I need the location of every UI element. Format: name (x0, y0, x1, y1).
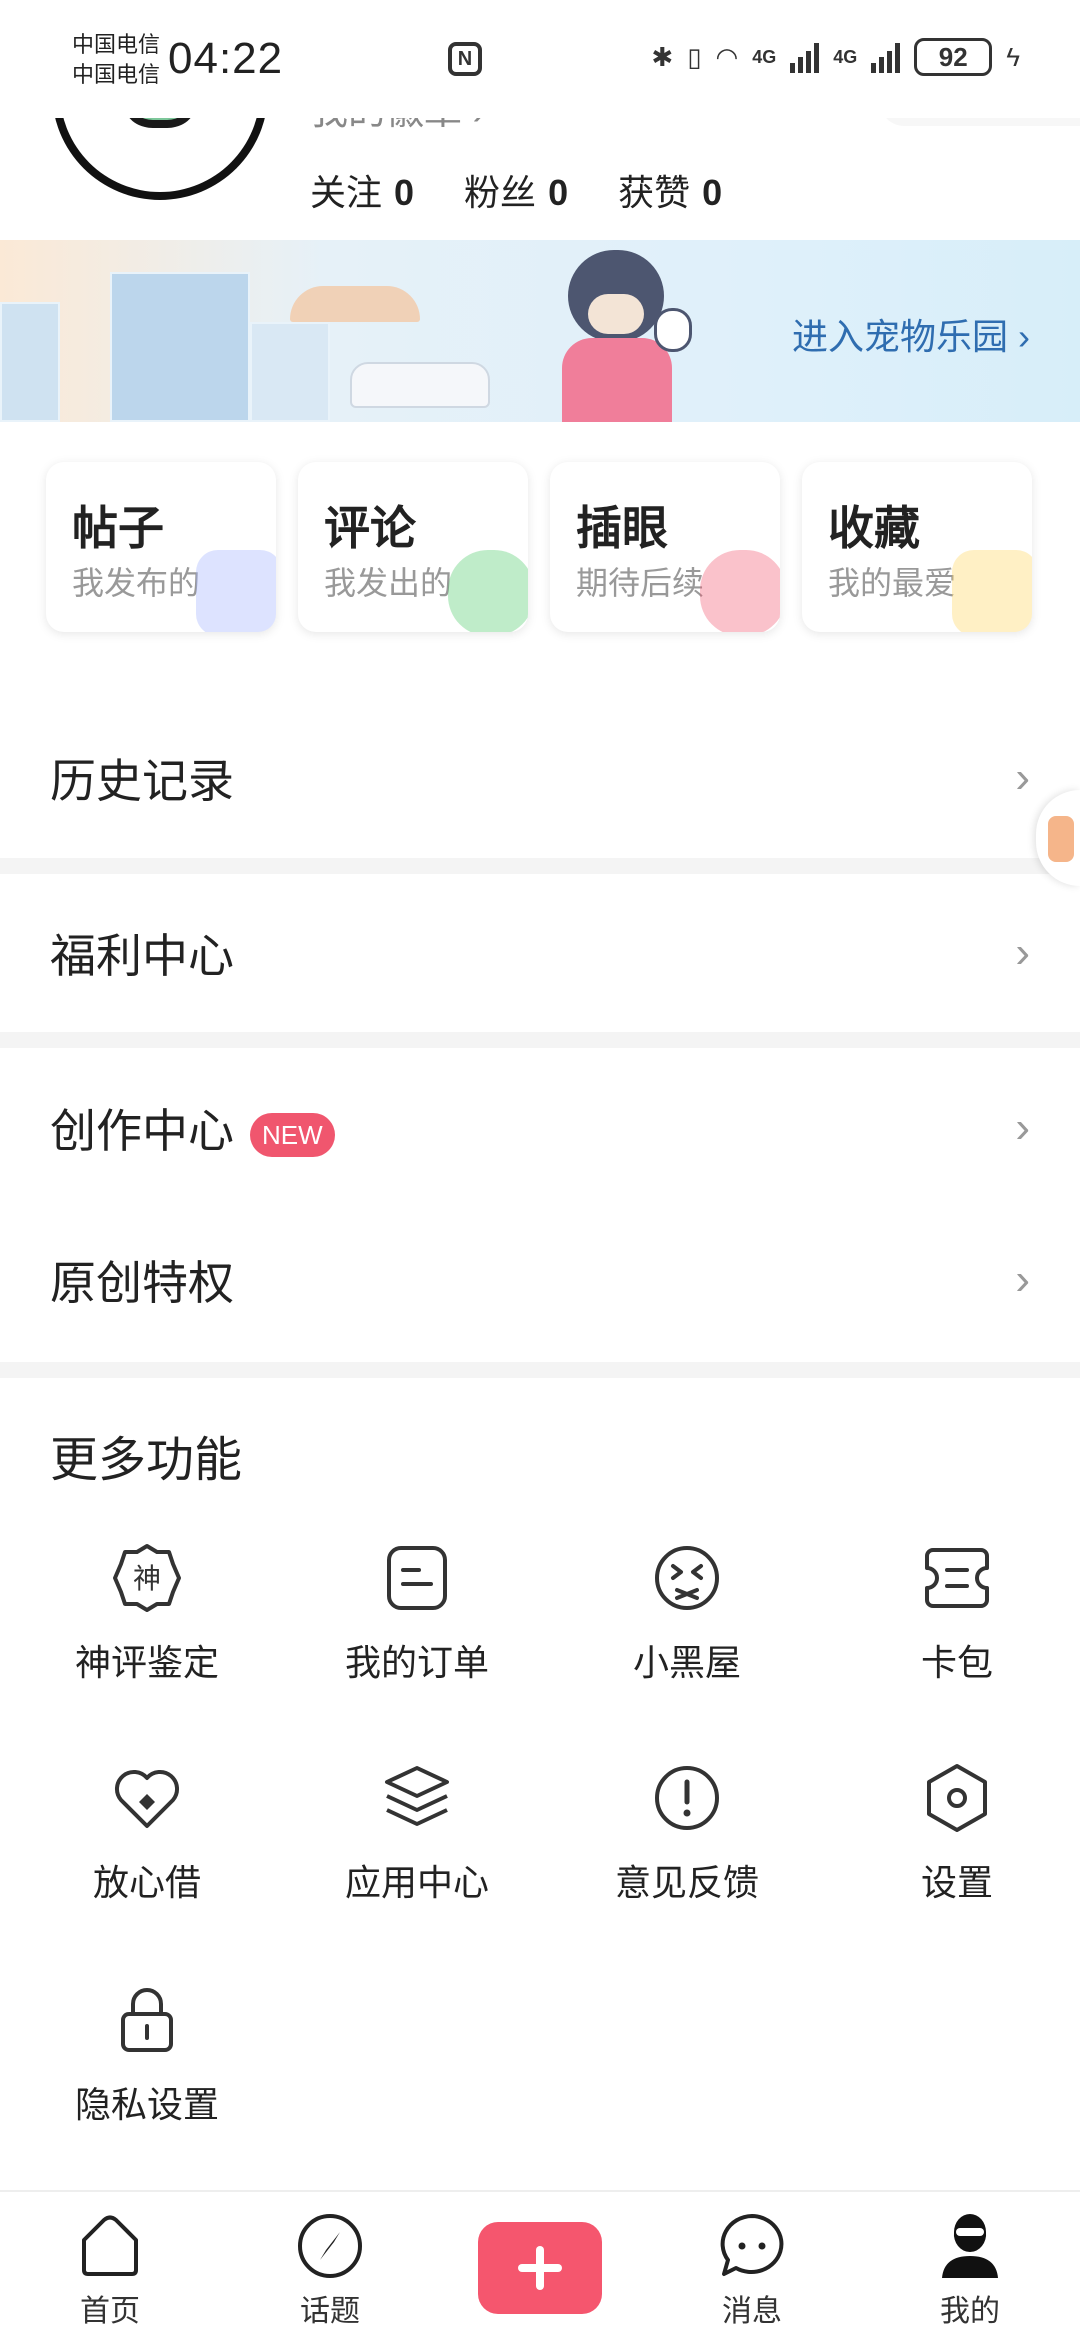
vibrate-icon: ▯ (687, 41, 702, 72)
banner-car (350, 362, 490, 408)
carrier-1: 中国电信 (72, 32, 161, 57)
network-label-1: 4G (752, 46, 777, 67)
nav-messages[interactable]: 消息 (682, 2210, 822, 2330)
grid-item-settings[interactable]: 设置 (822, 1760, 1080, 1960)
nav-mine[interactable]: 我的 (900, 2210, 1040, 2330)
more-functions-title: 更多功能 (50, 1434, 243, 1487)
order-icon (387, 1546, 447, 1610)
profile-stats: 关注 0 粉丝 0 获赞 0 (310, 164, 722, 216)
bottom-nav: 首页 话题 消息 我的 (0, 2190, 1080, 2340)
hexagon-gear-icon (927, 1764, 987, 1832)
svg-text:神: 神 (133, 1562, 161, 1595)
heart-coin-icon (115, 1770, 179, 1828)
wifi-icon: ◠ (715, 41, 739, 72)
chevron-right-icon: › (1015, 1103, 1030, 1152)
chevron-right-icon: › (1015, 928, 1030, 977)
stat-likes[interactable]: 获赞 0 (618, 164, 722, 216)
ninja-avatar-icon (942, 2214, 998, 2278)
banner-umbrella (290, 286, 420, 322)
status-icons: ✱ ▯ ◠ 4G 4G 92 ϟ (651, 38, 1020, 76)
card-wallet-icon (925, 1548, 989, 1608)
card-comments[interactable]: 评论 我发出的 (298, 462, 528, 632)
star-icon (952, 550, 1032, 632)
menu-original-privilege[interactable]: 原创特权 › (0, 1200, 1080, 1360)
dog-mascot-illustration (548, 250, 698, 422)
banner-building (250, 322, 330, 422)
chat-bubble-icon (720, 2214, 784, 2276)
layers-icon (385, 1766, 449, 1826)
chevron-right-icon: › (1015, 1255, 1030, 1304)
grid-item-privacy[interactable]: 隐私设置 (12, 1982, 282, 2182)
badge-icon: 神 (113, 1544, 181, 1612)
book-icon (1048, 816, 1074, 862)
grid-item-loan[interactable]: 放心借 (12, 1760, 282, 1960)
grid-item-shenping[interactable]: 神 神评鉴定 (12, 1540, 282, 1740)
grid-item-app-center[interactable]: 应用中心 (282, 1760, 552, 1960)
divider (0, 858, 1080, 874)
chevron-right-icon: › (1015, 753, 1030, 802)
create-post-button[interactable] (478, 2222, 602, 2314)
status-bar: 中国电信 中国电信 04:22 N ✱ ▯ ◠ 4G 4G 92 ϟ (0, 0, 1080, 118)
comment-bubble-icon (448, 550, 528, 632)
bluetooth-icon: ✱ (651, 41, 674, 72)
menu-welfare[interactable]: 福利中心 › (0, 874, 1080, 1032)
card-bookmark-eye[interactable]: 插眼 期待后续 (550, 462, 780, 632)
grid-item-orders[interactable]: 我的订单 (282, 1540, 552, 1740)
grid-item-card-wallet[interactable]: 卡包 (822, 1540, 1080, 1740)
grid-item-blackroom[interactable]: 小黑屋 (552, 1540, 822, 1740)
eye-icon (700, 550, 780, 632)
dizzy-face-icon (655, 1546, 719, 1610)
post-doc-icon (196, 550, 276, 632)
lock-icon (121, 1988, 173, 2052)
divider (0, 1362, 1080, 1378)
card-posts[interactable]: 帖子 我发布的 (46, 462, 276, 632)
quick-cards: 帖子 我发布的 评论 我发出的 插眼 期待后续 收藏 我的最爱 (46, 462, 1032, 632)
pet-park-banner[interactable]: 进入宠物乐园 › (0, 240, 1080, 422)
new-badge: NEW (250, 1112, 335, 1157)
banner-building (110, 272, 250, 422)
home-icon (82, 2215, 138, 2276)
status-time: 04:22 (168, 34, 284, 83)
nav-topics[interactable]: 话题 (260, 2210, 400, 2330)
signal-icon-1 (790, 41, 820, 73)
pet-park-link[interactable]: 进入宠物乐园 › (792, 308, 1030, 360)
charging-icon: ϟ (1006, 41, 1020, 72)
menu-history[interactable]: 历史记录 › (0, 698, 1080, 858)
grid-item-feedback[interactable]: 意见反馈 (552, 1760, 822, 1960)
network-label-2: 4G (833, 46, 858, 67)
battery-level: 92 (914, 38, 993, 76)
nav-home[interactable]: 首页 (40, 2210, 180, 2330)
compass-icon (298, 2214, 362, 2278)
signal-icon-2 (871, 41, 901, 73)
menu-creation-center[interactable]: 创作中心 NEW › (0, 1048, 1080, 1208)
carrier-2: 中国电信 (72, 62, 161, 87)
exclamation-icon (655, 1766, 719, 1830)
nfc-icon: N (448, 42, 482, 76)
card-favorites[interactable]: 收藏 我的最爱 (802, 462, 1032, 632)
stat-followers[interactable]: 粉丝 0 (464, 164, 568, 216)
divider (0, 1032, 1080, 1048)
stat-following[interactable]: 关注 0 (310, 164, 414, 216)
carrier-labels: 中国电信 中国电信 (72, 30, 160, 90)
banner-building (0, 302, 60, 422)
